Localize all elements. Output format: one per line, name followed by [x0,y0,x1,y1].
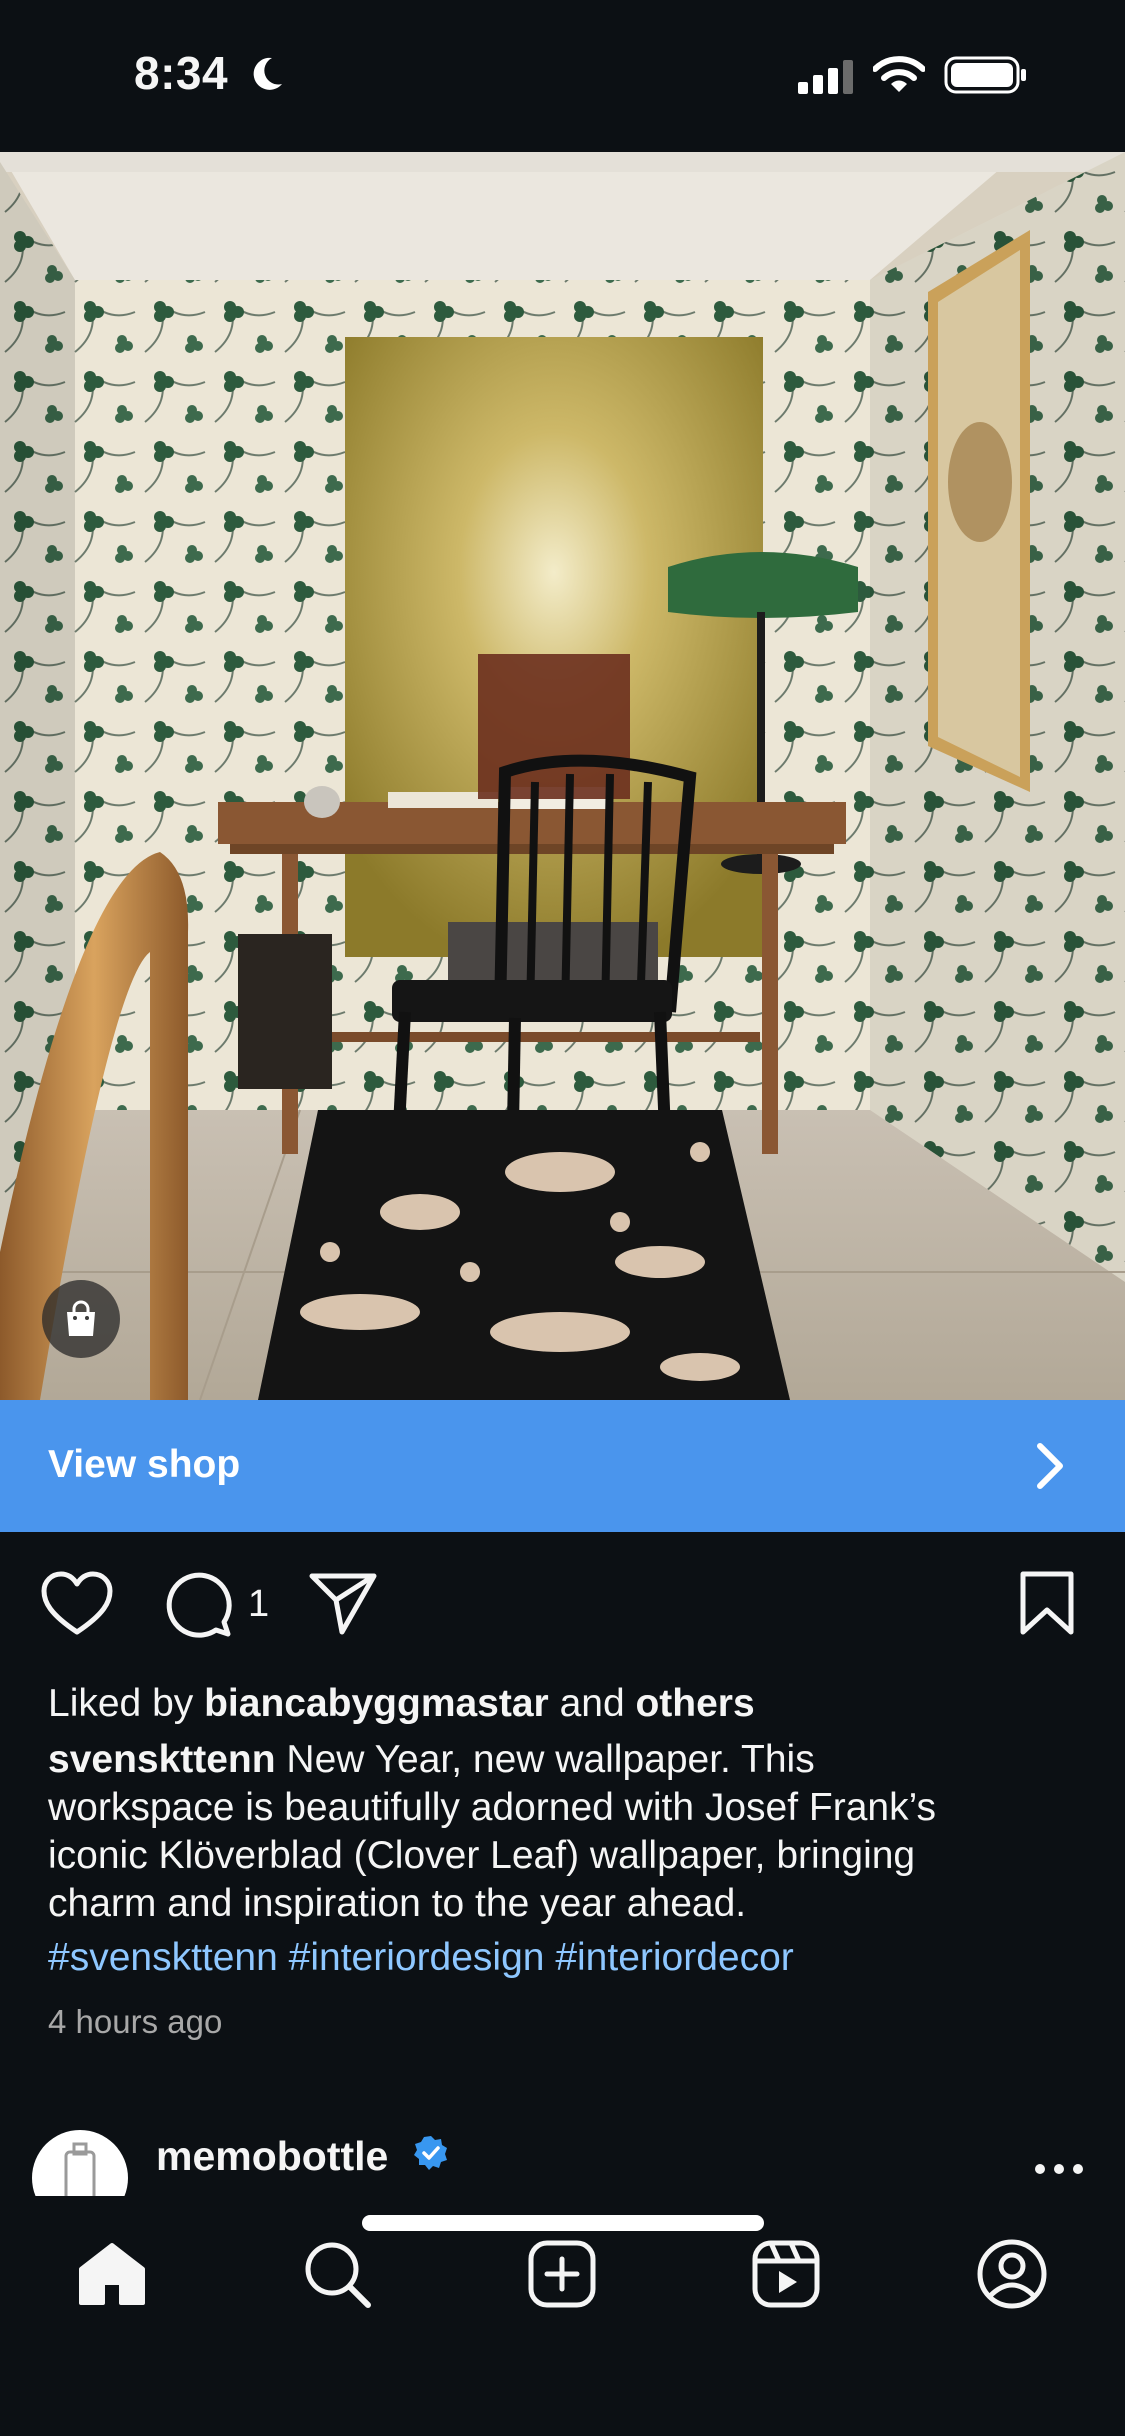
comment-bubble-icon[interactable] [164,1570,234,1640]
reels-icon [752,2240,820,2308]
share-paper-plane-icon[interactable] [308,1570,378,1636]
profile-icon [977,2239,1047,2309]
bookmark-icon[interactable] [1018,1570,1076,1636]
caption-text-1: New Year, new wallpaper. This [275,1738,815,1781]
liked-by-line[interactable]: Liked by biancabyggmastar and others [48,1680,755,1728]
status-time: 8:34 [134,47,229,99]
chevron-right-icon [1037,1443,1063,1489]
caption-line-3: iconic Klöverblad (Clover Leaf) wallpape… [48,1834,916,1877]
view-shop-bar[interactable]: View shop [0,1400,1125,1532]
more-options-icon[interactable] [1034,2163,1084,2175]
wifi-icon [873,56,925,92]
cellular-signal-icon [798,60,853,94]
view-shop-label: View shop [48,1443,241,1486]
post-photo[interactable] [0,152,1125,1400]
post-timestamp: 4 hours ago [48,2003,223,2040]
tab-reels[interactable] [746,2234,826,2314]
liked-by-prefix: Liked by [48,1682,205,1725]
search-icon [305,2242,371,2308]
verified-badge-icon [414,2136,447,2170]
status-bar: 8:34 [0,0,1125,152]
battery-icon [944,56,1026,94]
hashtag-link[interactable]: #interiordesign [289,1936,545,1979]
tab-create[interactable] [522,2234,602,2314]
hashtag-link[interactable]: #svenskttenn [48,1936,278,1979]
tab-home[interactable] [72,2234,152,2314]
liked-by-others[interactable]: others [635,1682,754,1725]
post-photo-illustration [0,152,1125,1400]
home-icon [79,2243,145,2305]
hashtag-link[interactable]: #interiordecor [555,1936,793,1979]
bottom-tab-bar [0,2196,1125,2436]
liked-by-middle: and [548,1682,636,1725]
create-icon [528,2240,596,2308]
caption-line-2: workspace is beautifully adorned with Jo… [48,1786,937,1829]
caption-username[interactable]: svenskttenn [48,1738,276,1781]
caption-line-4: charm and inspiration to the year ahead. [48,1882,747,1925]
tab-profile[interactable] [972,2234,1052,2314]
comment-count: 1 [248,1583,270,1625]
like-heart-icon[interactable] [40,1570,114,1638]
tab-search[interactable] [297,2234,377,2314]
hashtags-line: #svenskttenn #interiordesign #interiorde… [48,1934,794,1982]
moon-icon [253,57,282,90]
shopping-bag-icon [67,1300,95,1336]
home-indicator[interactable] [362,2215,764,2231]
shopping-bag-button[interactable] [42,1280,120,1358]
next-post-username[interactable]: memobottle [156,2133,388,2180]
liked-by-username[interactable]: biancabyggmastar [204,1682,549,1725]
caption-line-1: svenskttenn New Year, new wallpaper. Thi… [48,1736,815,1784]
